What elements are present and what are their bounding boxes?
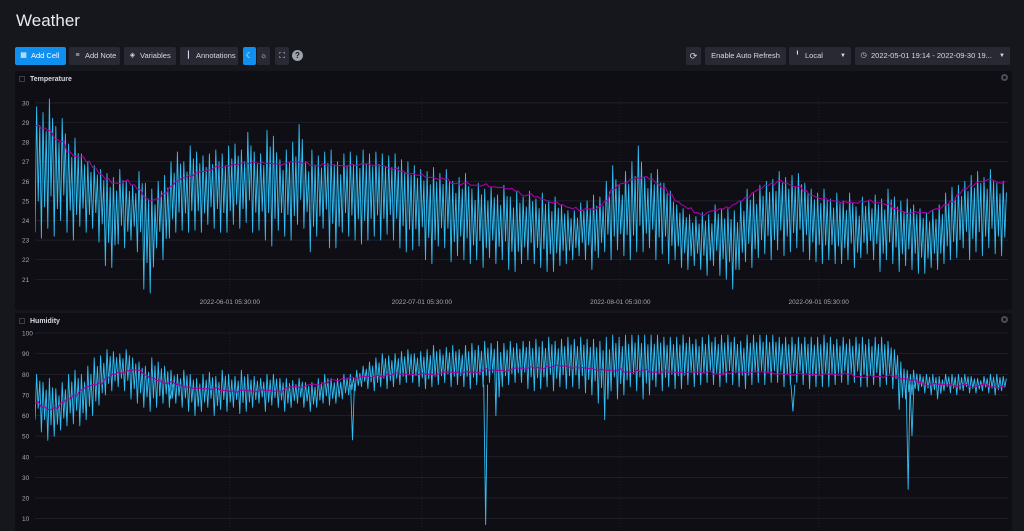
timezone-dropdown[interactable]: ╹ Local ▼ <box>789 47 851 65</box>
y-tick-label: 40 <box>22 454 30 461</box>
timezone-label: Local <box>805 51 823 60</box>
help-button[interactable]: ? <box>292 50 303 61</box>
series-line-magenta <box>35 364 1005 411</box>
y-tick-label: 50 <box>22 434 30 441</box>
series-dip-cyan <box>483 384 489 525</box>
dark-mode-toggle[interactable]: ☾ <box>243 47 256 65</box>
add-note-label: Add Note <box>85 51 117 60</box>
y-tick-label: 80 <box>22 372 30 379</box>
x-tick-label: 2022-09-01 05:30:00 <box>789 299 850 306</box>
y-tick-label: 22 <box>22 257 30 264</box>
auto-refresh-button[interactable]: Enable Auto Refresh <box>705 47 786 65</box>
series-line-cyan <box>35 98 1007 294</box>
x-tick-label: 2022-07-01 05:30:00 <box>392 299 453 306</box>
clock-icon: ◷ <box>860 52 867 59</box>
clock-icon: ╹ <box>795 52 800 59</box>
y-tick-label: 26 <box>22 179 30 186</box>
time-range-label: 2022-05-01 19:14 - 2022-09-30 19... <box>871 51 992 60</box>
y-tick-label: 29 <box>22 120 30 127</box>
series-dip-cyan <box>350 384 355 441</box>
add-cell-button[interactable]: ▦ Add Cell <box>15 47 66 65</box>
y-tick-label: 24 <box>22 218 30 225</box>
y-tick-label: 90 <box>22 351 30 358</box>
presentation-mode-button[interactable]: ⛶ <box>275 47 289 65</box>
humidity-chart: 100 90 80 70 60 50 40 30 20 10 <box>22 331 1008 531</box>
time-range-dropdown[interactable]: ◷ 2022-05-01 19:14 - 2022-09-30 19... ▼ <box>855 47 1010 65</box>
auto-refresh-label: Enable Auto Refresh <box>711 51 780 60</box>
series-line-cyan <box>35 334 1007 441</box>
dashboard-title: Weather <box>16 11 80 30</box>
chevron-down-icon: ▼ <box>999 53 1005 59</box>
cube-icon: ◈ <box>129 52 136 59</box>
chevron-down-icon: ▼ <box>840 53 846 59</box>
humidity-cell: Humidity 100 90 80 70 60 50 40 30 20 10 <box>15 313 1012 531</box>
dashboard-toolbar: ▦ Add Cell ≡ Add Note ◈ Variables ┃ Annotati… <box>15 47 1010 65</box>
y-tick-label: 30 <box>22 100 30 107</box>
x-tick-label: 2022-08-01 05:30:00 <box>590 299 651 306</box>
x-tick-label: 2022-06-01 05:30:00 <box>200 299 261 306</box>
y-tick-label: 20 <box>22 496 30 503</box>
y-tick-label: 60 <box>22 413 30 420</box>
y-tick-label: 27 <box>22 159 30 166</box>
y-tick-label: 10 <box>22 516 30 523</box>
pin-icon: ┃ <box>186 52 191 59</box>
series-dip-cyan <box>905 384 911 490</box>
annotations-label: Annotations <box>196 51 236 60</box>
variables-button[interactable]: ◈ Variables <box>124 47 176 65</box>
light-mode-toggle[interactable]: ☼ <box>257 47 270 65</box>
temperature-cell: Temperature 30 29 28 27 26 25 24 23 22 21 2022-06-… <box>15 71 1012 310</box>
y-tick-label: 70 <box>22 392 30 399</box>
add-cell-label: Add Cell <box>31 51 60 60</box>
y-tick-label: 21 <box>22 277 30 284</box>
y-tick-label: 30 <box>22 475 30 482</box>
temperature-chart: 30 29 28 27 26 25 24 23 22 21 2022-06-01 05:30:00 2… <box>22 95 1008 306</box>
fullscreen-icon: ⛶ <box>279 51 285 60</box>
note-icon: ≡ <box>75 52 80 59</box>
y-tick-label: 25 <box>22 198 30 205</box>
add-cell-icon: ▦ <box>20 52 27 59</box>
y-tick-label: 28 <box>22 140 30 147</box>
refresh-button[interactable]: ⟳ <box>686 47 701 65</box>
sun-icon: ☼ <box>259 51 268 60</box>
add-note-button[interactable]: ≡ Add Note <box>69 47 120 65</box>
refresh-icon: ⟳ <box>689 51 698 61</box>
variables-label: Variables <box>140 51 171 60</box>
series-dip-cyan <box>790 384 796 412</box>
annotations-button[interactable]: ┃ Annotations <box>180 47 238 65</box>
y-tick-label: 100 <box>22 331 33 338</box>
y-tick-label: 23 <box>22 238 30 245</box>
moon-icon: ☾ <box>245 51 254 60</box>
